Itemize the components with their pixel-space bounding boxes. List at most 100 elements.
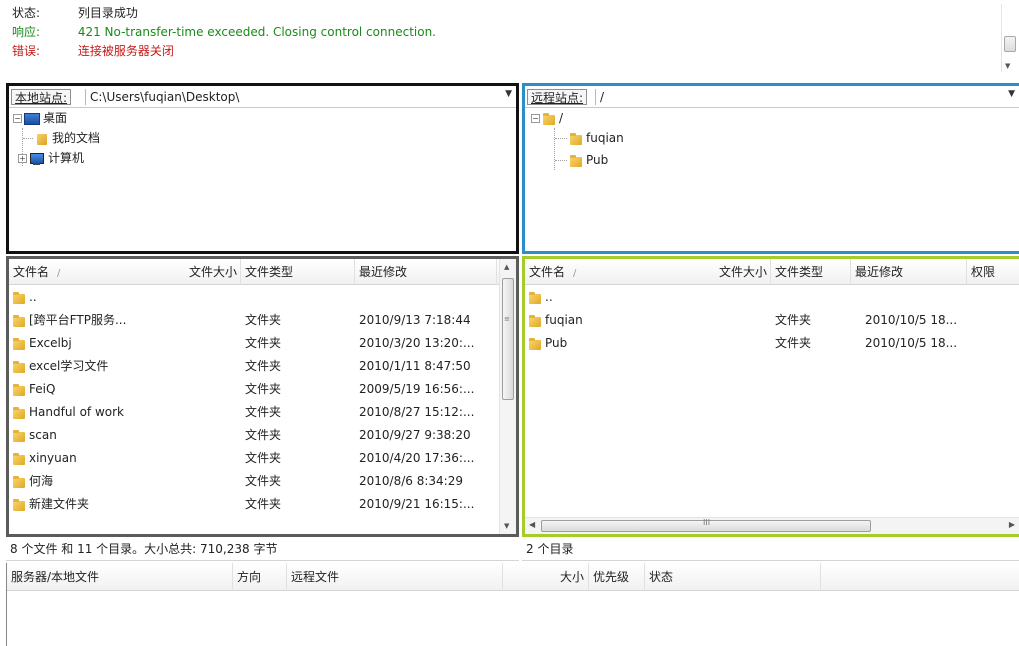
file-name: [跨平台FTP服务...	[29, 313, 127, 327]
column-header-priority[interactable]: 优先级	[589, 563, 645, 591]
folder-icon	[12, 314, 26, 328]
local-file-list: 文件名 / 文件大小 文件类型 最近修改 .. [跨平台FTP服务... 文件夹 20…	[6, 256, 519, 537]
local-directory-tree: − 桌面 我的文档 + 计算机	[9, 108, 516, 251]
folder-icon	[528, 337, 542, 351]
scroll-up-arrow-icon[interactable]: ▲	[504, 263, 509, 271]
file-name: Excelbj	[29, 336, 72, 350]
scroll-right-arrow-icon[interactable]: ▶	[1009, 520, 1015, 529]
collapse-icon[interactable]: −	[13, 114, 22, 123]
column-label: 文件大小	[718, 265, 767, 279]
tree-node-label: Pub	[586, 153, 609, 167]
scroll-left-arrow-icon[interactable]: ◀	[529, 520, 535, 529]
desktop-icon	[24, 112, 40, 125]
folder-icon	[12, 337, 26, 351]
file-name-cell: excel学习文件	[9, 355, 239, 378]
tree-node-computer[interactable]: + 计算机	[18, 149, 84, 167]
file-name: excel学习文件	[29, 359, 109, 373]
table-row[interactable]: Excelbj 文件夹 2010/3/20 13:20:...	[9, 332, 499, 355]
column-header-permissions[interactable]: 权限	[967, 259, 1019, 285]
file-name-cell: scan	[9, 424, 239, 447]
tree-node-desktop[interactable]: − 桌面	[13, 109, 67, 127]
remote-list-hscrollbar[interactable]: ◀ III ▶	[525, 517, 1019, 534]
file-type: 文件夹	[245, 336, 282, 350]
file-name: 新建文件夹	[29, 497, 90, 511]
table-row[interactable]: Handful of work 文件夹 2010/8/27 15:12:...	[9, 401, 499, 424]
tree-node-label: 计算机	[48, 151, 85, 165]
column-header-type[interactable]: 文件类型	[771, 259, 851, 285]
folder-icon	[528, 314, 542, 328]
scroll-thumb[interactable]	[502, 278, 514, 400]
table-row[interactable]: excel学习文件 文件夹 2010/1/11 8:47:50	[9, 355, 499, 378]
table-row[interactable]: ..	[525, 286, 1015, 309]
file-modified: 2010/1/11 8:47:50	[359, 359, 471, 373]
table-row[interactable]: 新建文件夹 文件夹 2010/9/21 16:15:...	[9, 493, 499, 516]
file-type: 文件夹	[775, 313, 812, 327]
file-type: 文件夹	[245, 359, 282, 373]
folder-icon	[542, 112, 556, 126]
log-line-response: 响应: 421 No-transfer-time exceeded. Closi…	[12, 23, 436, 41]
message-log[interactable]: 状态: 列目录成功 响应: 421 No-transfer-time excee…	[0, 0, 1019, 80]
file-type: 文件夹	[245, 313, 282, 327]
file-type: 文件夹	[245, 497, 282, 511]
log-text: 列目录成功	[77, 6, 138, 20]
column-header-type[interactable]: 文件类型	[241, 259, 355, 285]
scroll-down-arrow-icon[interactable]: ▼	[1005, 62, 1010, 70]
log-line-error: 错误: 连接被服务器关闭	[12, 42, 174, 60]
expand-icon[interactable]: +	[18, 154, 27, 163]
dropdown-arrow-icon[interactable]: ▼	[505, 89, 512, 99]
column-header-server-local-file[interactable]: 服务器/本地文件	[7, 563, 233, 591]
remote-site-panel: 远程站点: / ▼ − / fuqian Pub	[522, 83, 1019, 254]
column-label: 权限	[971, 265, 996, 279]
file-type: 文件夹	[245, 405, 282, 419]
file-type: 文件夹	[245, 428, 282, 442]
tree-node-my-documents[interactable]: 我的文档	[35, 129, 100, 147]
column-label: 优先级	[593, 570, 630, 584]
folder-icon	[12, 406, 26, 420]
folder-icon	[12, 383, 26, 397]
folder-icon	[569, 154, 583, 168]
column-header-size[interactable]: 大小	[503, 563, 589, 591]
table-row[interactable]: 何海 文件夹 2010/8/6 8:34:29	[9, 470, 499, 493]
table-row[interactable]: [跨平台FTP服务... 文件夹 2010/9/13 7:18:44	[9, 309, 499, 332]
dropdown-arrow-icon[interactable]: ▼	[1008, 89, 1015, 99]
file-modified: 2010/10/5 18...	[865, 313, 958, 327]
folder-icon	[528, 291, 542, 305]
column-header-remote-file[interactable]: 远程文件	[287, 563, 503, 591]
table-row[interactable]: xinyuan 文件夹 2010/4/20 17:36:...	[9, 447, 499, 470]
folder-icon	[12, 429, 26, 443]
tree-node-fuqian[interactable]: fuqian	[569, 129, 624, 147]
tree-node-root[interactable]: − /	[531, 109, 563, 127]
table-row[interactable]: fuqian 文件夹 2010/10/5 18...	[525, 309, 1015, 332]
column-header-size[interactable]: 文件大小	[525, 259, 771, 285]
remote-site-path-input[interactable]: /	[595, 89, 995, 105]
table-row[interactable]: FeiQ 文件夹 2009/5/19 16:56:...	[9, 378, 499, 401]
file-name-cell: 新建文件夹	[9, 493, 239, 516]
column-header-status[interactable]: 状态	[645, 563, 821, 591]
file-modified: 2010/9/27 9:38:20	[359, 428, 471, 442]
file-type: 文件夹	[775, 336, 812, 350]
table-row[interactable]: ..	[9, 286, 499, 309]
file-modified: 2010/8/27 15:12:...	[359, 405, 475, 419]
column-label: 服务器/本地文件	[11, 570, 100, 584]
tree-node-label: 我的文档	[52, 131, 101, 145]
column-header-direction[interactable]: 方向	[233, 563, 287, 591]
tree-node-pub[interactable]: Pub	[569, 151, 608, 169]
table-row[interactable]: scan 文件夹 2010/9/27 9:38:20	[9, 424, 499, 447]
log-scroll-thumb[interactable]	[1004, 36, 1016, 52]
column-header-size[interactable]: 文件大小	[9, 259, 241, 285]
table-row[interactable]: Pub 文件夹 2010/10/5 18...	[525, 332, 1015, 355]
log-scrollbar[interactable]: ▼	[1001, 4, 1017, 72]
local-site-path-input[interactable]: C:\Users\fuqian\Desktop\	[85, 89, 495, 105]
local-list-scrollbar[interactable]: ▲ ≡ ▼	[499, 259, 516, 534]
file-modified: 2010/9/21 16:15:...	[359, 497, 475, 511]
collapse-icon[interactable]: −	[531, 114, 540, 123]
column-label: 方向	[237, 570, 262, 584]
scroll-down-arrow-icon[interactable]: ▼	[504, 522, 509, 530]
file-modified: 2010/4/20 17:36:...	[359, 451, 475, 465]
column-label: 文件类型	[775, 265, 824, 279]
file-modified: 2009/5/19 16:56:...	[359, 382, 475, 396]
column-header-modified[interactable]: 最近修改	[851, 259, 967, 285]
column-header-modified[interactable]: 最近修改	[355, 259, 497, 285]
file-name-cell: ..	[9, 286, 239, 309]
tree-connector	[555, 138, 567, 139]
